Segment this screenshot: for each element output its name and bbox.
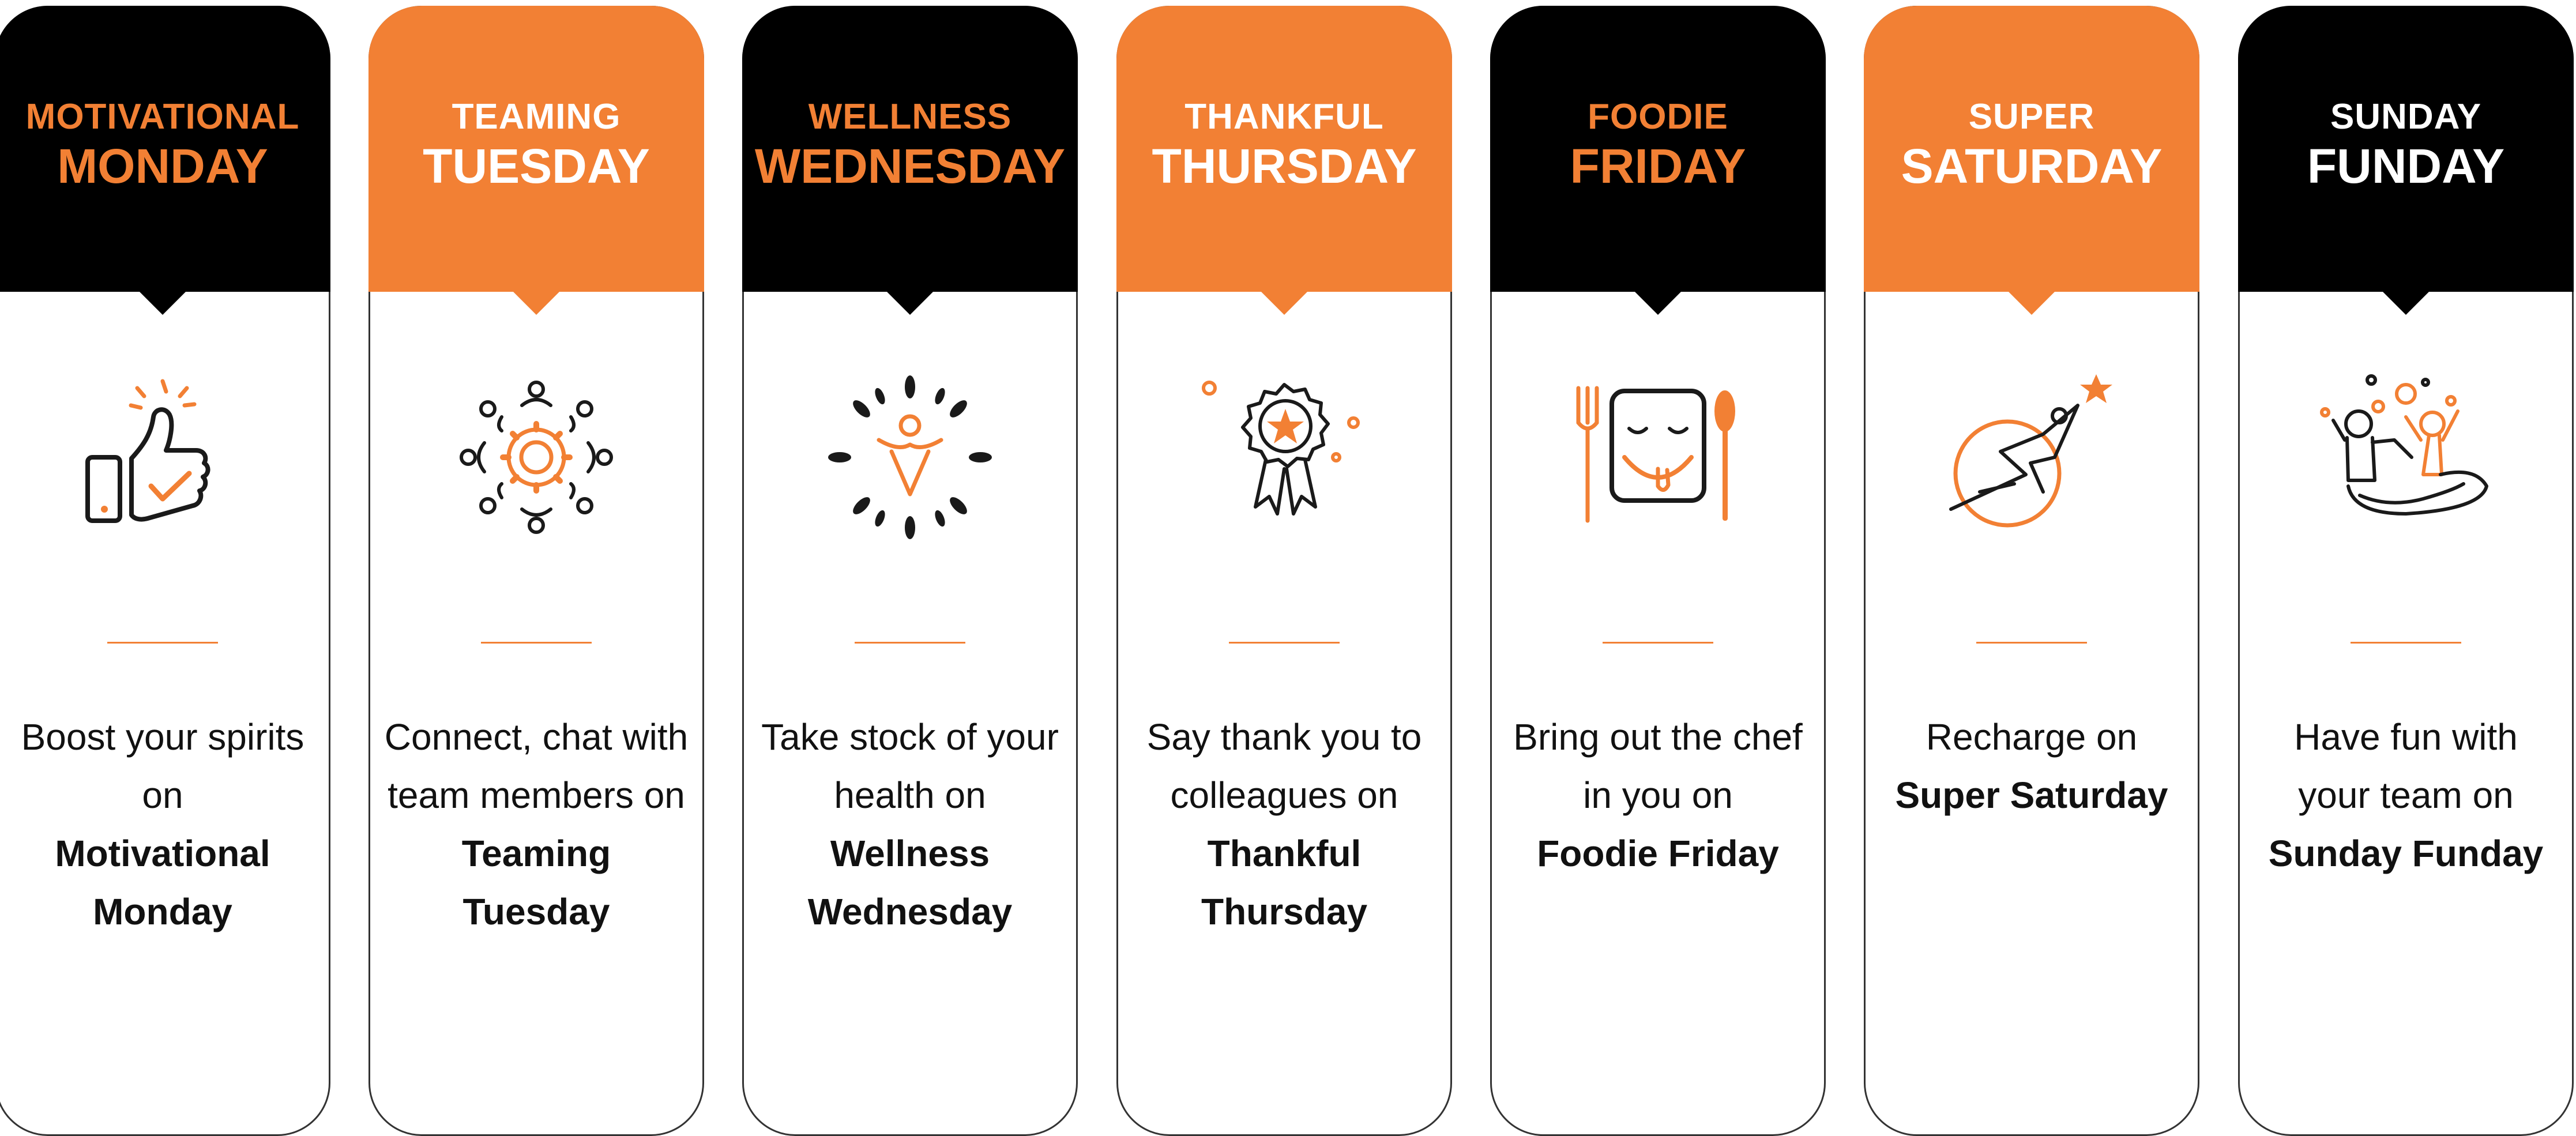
card-sunday-funday: SUNDAY FUNDAY Have fun with your team on… <box>2238 6 2574 1136</box>
desc-day-name: Wellness Wednesday <box>807 833 1013 932</box>
header-line1: WELLNESS <box>808 96 1012 137</box>
desc-day-name: Motivational Monday <box>55 833 270 932</box>
team-gear-icon <box>460 381 613 534</box>
card-foodie-friday: FOODIE FRIDAY Bring out the chef in you … <box>1490 6 1826 1136</box>
header-line2: FUNDAY <box>2307 138 2505 193</box>
card-teaming-tuesday: TEAMING TUESDAY Connect, chat with team … <box>368 6 704 1136</box>
card-motivational-monday: MOTIVATIONAL MONDAY Boost your spirits o… <box>0 6 330 1136</box>
header-line2: SATURDAY <box>1901 138 2163 193</box>
card-wellness-wednesday: WELLNESS WEDNESDAY Take stock of your he… <box>742 6 1078 1136</box>
card-super-saturday: SUPER SATURDAY Recharge on Super Saturda… <box>1864 6 2199 1136</box>
header-pointer <box>513 292 559 315</box>
award-rosette-icon <box>1202 381 1360 516</box>
card-header: SUNDAY FUNDAY <box>2238 6 2574 315</box>
header-line1: MOTIVATIONAL <box>25 96 300 137</box>
header-line1: FOODIE <box>1588 96 1728 137</box>
divider-line <box>855 642 965 644</box>
desc-text: Have fun with your team on <box>2294 716 2518 816</box>
divider-line <box>107 642 218 644</box>
header-line2: MONDAY <box>57 138 268 193</box>
header-line2: TUESDAY <box>423 138 650 193</box>
card-header: MOTIVATIONAL MONDAY <box>0 6 330 315</box>
header-line2: WEDNESDAY <box>754 138 1066 193</box>
header-line1: TEAMING <box>452 96 621 137</box>
desc-day-name: Teaming Tuesday <box>461 833 611 932</box>
desc-day-name: Foodie Friday <box>1537 833 1779 874</box>
superhero-star-icon <box>1949 374 2112 528</box>
desc-day-name: Sunday Funday <box>2268 833 2544 874</box>
card-header: THANKFUL THURSDAY <box>1116 6 1452 315</box>
header-pointer <box>1261 292 1307 315</box>
desc-text: Take stock of your health on <box>761 716 1059 816</box>
card-header: WELLNESS WEDNESDAY <box>742 6 1078 315</box>
yummy-face-cutlery-icon <box>1576 386 1735 523</box>
card-header: FOODIE FRIDAY <box>1490 6 1826 315</box>
card-description: Recharge on Super Saturday <box>1879 708 2184 825</box>
header-line1: SUNDAY <box>2330 96 2482 137</box>
day-cards-infographic: MOTIVATIONAL MONDAY Boost your spirits o… <box>0 0 2576 1136</box>
celebrating-people-icon <box>2320 374 2488 516</box>
header-line2: FRIDAY <box>1570 138 1746 193</box>
desc-text: Recharge on <box>1926 716 2138 758</box>
divider-line <box>481 642 592 644</box>
header-line1: THANKFUL <box>1184 96 1384 137</box>
desc-text: Boost your spirits on <box>21 716 304 816</box>
card-description: Have fun with your team on Sunday Funday <box>2254 708 2558 883</box>
header-pointer <box>140 292 186 315</box>
header-pointer <box>887 292 933 315</box>
divider-line <box>1229 642 1340 644</box>
divider-line <box>2351 642 2461 644</box>
wellness-figure-icon <box>828 375 992 539</box>
card-description: Say thank you to colleagues on Thankful … <box>1132 708 1436 941</box>
desc-day-name: Super Saturday <box>1895 774 2168 816</box>
header-line1: SUPER <box>1968 96 2095 137</box>
desc-text: Bring out the chef in you on <box>1513 716 1803 816</box>
header-pointer <box>2009 292 2055 315</box>
card-description: Bring out the chef in you on Foodie Frid… <box>1506 708 1810 883</box>
card-thankful-thursday: THANKFUL THURSDAY Say thank you to colle… <box>1116 6 1452 1136</box>
header-pointer <box>2383 292 2429 315</box>
desc-day-name: Thankful Thursday <box>1201 833 1368 932</box>
card-description: Connect, chat with team members on Teami… <box>384 708 689 941</box>
divider-line <box>1976 642 2087 644</box>
card-header: TEAMING TUESDAY <box>368 6 704 315</box>
header-pointer <box>1635 292 1681 315</box>
thumbs-up-icon <box>85 379 210 523</box>
card-description: Boost your spirits on Motivational Monda… <box>10 708 315 941</box>
desc-text: Say thank you to colleagues on <box>1146 716 1422 816</box>
divider-line <box>1603 642 1713 644</box>
header-line2: THURSDAY <box>1152 138 1417 193</box>
card-description: Take stock of your health on Wellness We… <box>758 708 1062 941</box>
desc-text: Connect, chat with team members on <box>384 716 689 816</box>
card-header: SUPER SATURDAY <box>1864 6 2199 315</box>
